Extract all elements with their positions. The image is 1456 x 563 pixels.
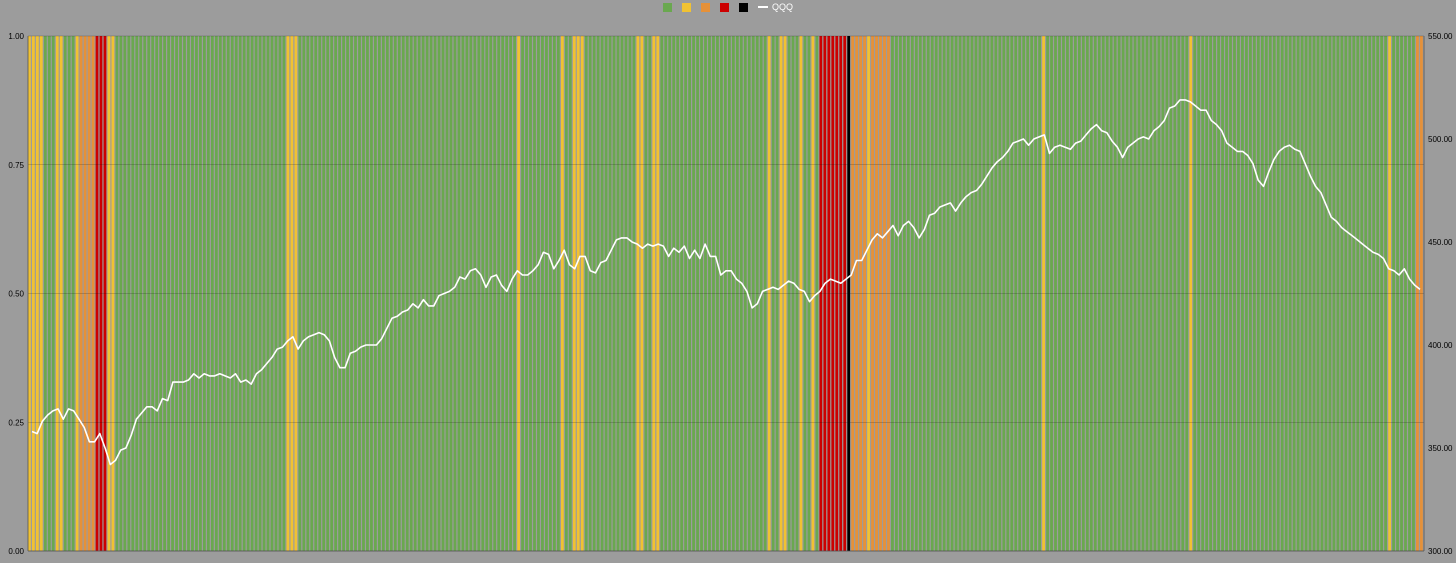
chart-legend: QQQ — [0, 2, 1456, 12]
legend-item — [681, 2, 691, 12]
legend-item — [738, 2, 748, 12]
legend-item — [700, 2, 710, 12]
legend-item — [719, 2, 729, 12]
right-tick-label: 500.00 — [1428, 135, 1453, 144]
left-tick-label: 0.75 — [8, 161, 24, 170]
right-tick-label: 400.00 — [1428, 341, 1453, 350]
right-tick-label: 450.00 — [1428, 238, 1453, 247]
left-tick-label: 0.50 — [8, 290, 24, 299]
right-tick-label: 550.00 — [1428, 32, 1453, 41]
legend-swatch — [681, 2, 691, 12]
legend-swatch — [719, 2, 729, 12]
legend-swatch — [662, 2, 672, 12]
legend-item — [662, 2, 672, 12]
legend-swatch — [700, 2, 710, 12]
left-tick-label: 0.00 — [8, 547, 24, 556]
legend-swatch — [738, 2, 748, 12]
legend-line-swatch — [757, 6, 768, 8]
legend-label: QQQ — [771, 2, 793, 12]
left-tick-label: 0.25 — [8, 418, 24, 427]
left-tick-label: 1.00 — [8, 32, 24, 41]
right-tick-label: 350.00 — [1428, 444, 1453, 453]
right-tick-label: 300.00 — [1428, 547, 1453, 556]
chart-canvas: 0.00 0.25 0.50 0.75 1.00 300.00 350.00 400.00 45… — [8, 32, 1453, 556]
legend-item: QQQ — [757, 2, 793, 12]
chart: 0.00 0.25 0.50 0.75 1.00 300.00 350.00 400.00 45… — [0, 0, 1456, 563]
